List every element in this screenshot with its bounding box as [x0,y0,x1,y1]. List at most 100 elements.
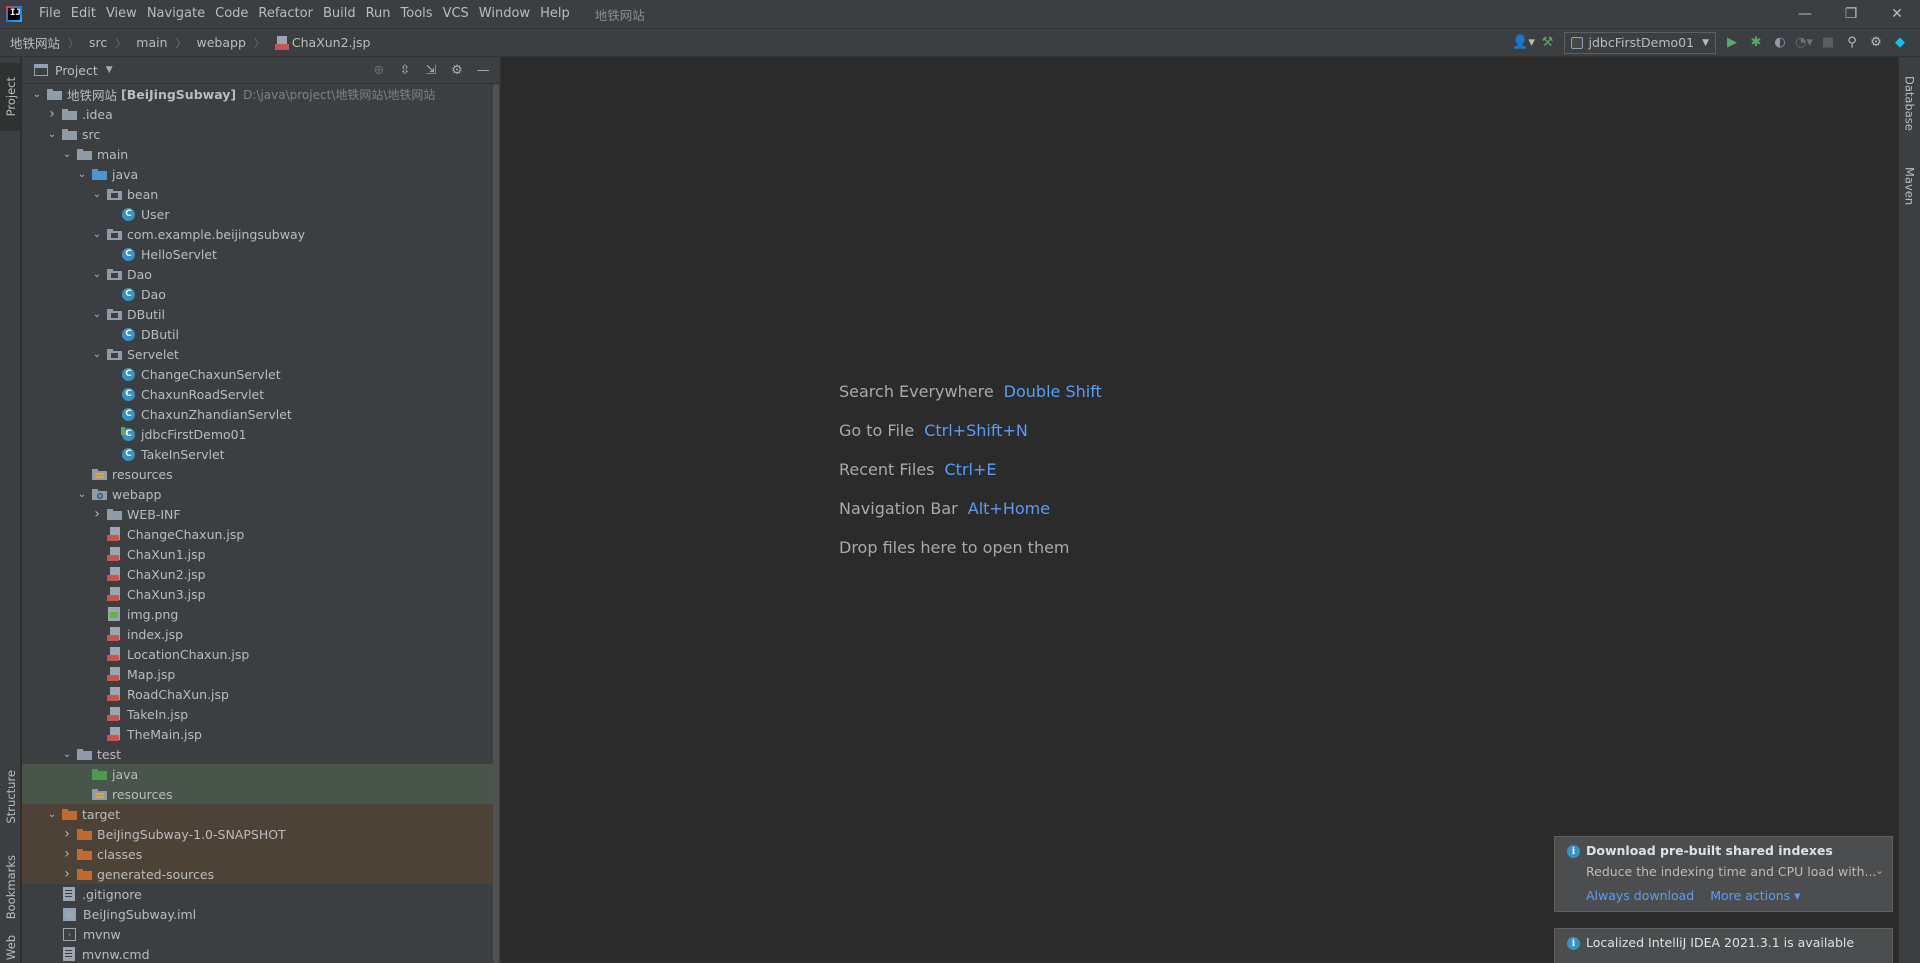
tree-row[interactable]: ›resources [22,464,493,484]
stop-icon[interactable]: ■ [1816,32,1840,54]
tree-row[interactable]: › generated-sources [22,864,493,884]
tree-row[interactable]: ⌄ bean [22,184,493,204]
breadcrumb-item[interactable]: main 〉 [126,33,186,52]
coverage-icon[interactable]: ◐ [1768,32,1792,54]
project-view-select[interactable]: Project [55,63,98,78]
chevron-down-icon[interactable]: ⌄ [60,149,74,160]
menu-run[interactable]: Run [361,0,396,28]
tree-row[interactable]: ›index.jsp [22,624,493,644]
menu-tools[interactable]: Tools [396,0,438,28]
tree-row[interactable]: ›Map.jsp [22,664,493,684]
chevron-down-icon[interactable]: ⌄ [30,89,44,100]
chevron-down-icon[interactable]: ⌄ [60,749,74,760]
tree-row[interactable]: ›CjdbcFirstDemo01 [22,424,493,444]
debug-icon[interactable]: ✱ [1744,32,1768,54]
notification-localized-ide[interactable]: i Localized IntelliJ IDEA 2021.3.1 is av… [1554,928,1893,963]
run-icon[interactable]: ▶ [1720,32,1744,54]
breadcrumb-item[interactable]: ChaXun2.jsp [265,33,370,52]
breadcrumb-item[interactable]: 地铁网站〉 [0,33,79,52]
menu-build[interactable]: Build [318,0,361,28]
stripe-tab-bookmarks[interactable]: Bookmarks [0,847,21,927]
tree-row[interactable]: ›img.png [22,604,493,624]
chevron-down-icon[interactable]: ⌄ [90,189,104,200]
search-icon[interactable]: ⚲ [1840,32,1864,54]
tree-scrollbar-thumb[interactable] [493,84,499,963]
locate-file-icon[interactable]: ⊕ [366,57,392,83]
menu-refactor[interactable]: Refactor [253,0,318,28]
tree-row[interactable]: ›BeiJingSubway.iml [22,904,493,924]
menu-window[interactable]: Window [474,0,535,28]
expand-chevron-icon[interactable]: ⌄ [1875,864,1884,877]
menu-code[interactable]: Code [210,0,253,28]
tree-row[interactable]: ›CUser [22,204,493,224]
tree-row[interactable]: ›TakeIn.jsp [22,704,493,724]
chevron-right-icon[interactable]: › [90,506,104,522]
tree-row[interactable]: ›mvnw.cmd [22,944,493,963]
user-icon[interactable]: 👤▾ [1512,32,1536,54]
tree-row[interactable]: ⌄ 地铁网站 [BeiJingSubway] D:\java\project\地铁网站… [22,84,493,104]
hide-panel-icon[interactable]: — [470,57,496,83]
tree-row[interactable]: ⌄ java [22,164,493,184]
tree-row[interactable]: ⌄ main [22,144,493,164]
tree-row[interactable]: ⌄ target [22,804,493,824]
tree-row[interactable]: ›LocationChaxun.jsp [22,644,493,664]
tree-row[interactable]: ⌄ com.example.beijingsubway [22,224,493,244]
breadcrumb-item[interactable]: webapp 〉 [187,33,265,52]
menu-view[interactable]: View [101,0,142,28]
stripe-tab-maven[interactable]: Maven [1899,153,1920,219]
run-configuration-select[interactable]: jdbcFirstDemo01 ▼ [1563,31,1716,54]
chevron-down-icon[interactable]: ⌄ [90,349,104,360]
minimize-button[interactable]: — [1782,0,1828,28]
stripe-tab-project[interactable]: Project [0,63,21,131]
chevron-right-icon[interactable]: › [45,106,59,122]
tree-row[interactable]: ›RoadChaXun.jsp [22,684,493,704]
tree-row[interactable]: ⌄ Dao [22,264,493,284]
breadcrumb-item[interactable]: src 〉 [79,33,126,52]
jetbrains-toolbox-icon[interactable]: ◆ [1888,32,1912,54]
options-gear-icon[interactable]: ⚙ [444,57,470,83]
chevron-down-icon[interactable]: ⌄ [90,269,104,280]
stripe-tab-database[interactable]: Database [1899,63,1920,143]
tree-row[interactable]: ›CChangeChaxunServlet [22,364,493,384]
chevron-down-icon[interactable]: ⌄ [75,169,89,180]
editor-area[interactable]: Search Everywhere Double Shift Go to File C… [502,57,1898,963]
tree-row[interactable]: › classes [22,844,493,864]
tree-row[interactable]: ›TheMain.jsp [22,724,493,744]
menu-vcs[interactable]: VCS [438,0,474,28]
tree-row[interactable]: ⌄ Servelet [22,344,493,364]
tree-row[interactable]: › .idea [22,104,493,124]
tree-row[interactable]: ›CChaxunZhandianServlet [22,404,493,424]
tree-row[interactable]: ›CDao [22,284,493,304]
stripe-tab-structure[interactable]: Structure [0,757,21,837]
chevron-down-icon[interactable]: ⌄ [75,489,89,500]
tree-row[interactable]: ›CChaxunRoadServlet [22,384,493,404]
chevron-down-icon[interactable]: ⌄ [90,229,104,240]
menu-file[interactable]: File [34,0,66,28]
tree-row[interactable]: ›.gitignore [22,884,493,904]
tree-scrollbar[interactable] [492,84,500,963]
tree-row[interactable]: › WEB-INF [22,504,493,524]
tree-row[interactable]: ›CDButil [22,324,493,344]
chevron-right-icon[interactable]: › [60,866,74,882]
tree-row[interactable]: ⌄ DButil [22,304,493,324]
menu-navigate[interactable]: Navigate [142,0,210,28]
collapse-all-icon[interactable]: ⇲ [418,57,444,83]
chevron-right-icon[interactable]: › [60,826,74,842]
build-hammer-icon[interactable]: ⚒ [1536,32,1560,54]
tree-row[interactable]: ›ChangeChaxun.jsp [22,524,493,544]
menu-help[interactable]: Help [535,0,575,28]
tree-row[interactable]: ⌄ webapp [22,484,493,504]
tree-row[interactable]: ››mvnw [22,924,493,944]
chevron-down-icon[interactable]: ⌄ [45,129,59,140]
tree-row[interactable]: ›ChaXun3.jsp [22,584,493,604]
tree-row[interactable]: ›CHelloServlet [22,244,493,264]
tree-row[interactable]: ›resources [22,784,493,804]
stripe-tab-web[interactable]: Web [0,933,21,963]
more-actions-link[interactable]: More actions ▾ [1710,888,1800,903]
chevron-down-icon[interactable]: ⌄ [45,809,59,820]
tree-row[interactable]: ›CTakeInServlet [22,444,493,464]
profile-icon[interactable]: ◔▾ [1792,32,1816,54]
tree-row[interactable]: › BeiJingSubway-1.0-SNAPSHOT [22,824,493,844]
close-button[interactable]: ✕ [1874,0,1920,28]
tree-row[interactable]: ›ChaXun2.jsp [22,564,493,584]
